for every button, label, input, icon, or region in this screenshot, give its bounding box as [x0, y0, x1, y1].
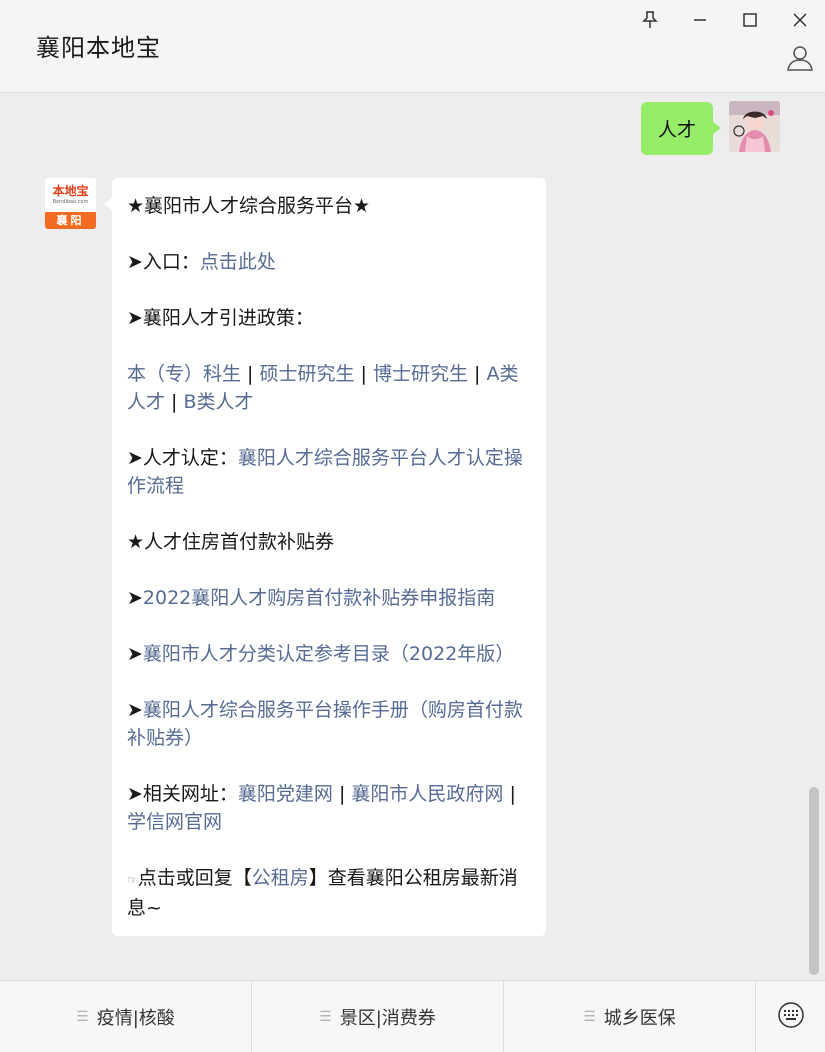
- public-housing-link[interactable]: 公租房: [252, 867, 309, 889]
- user-avatar[interactable]: [729, 101, 780, 152]
- policy-heading: ➤襄阳人才引进政策：: [127, 304, 532, 332]
- party-site-link[interactable]: 襄阳党建网: [238, 783, 333, 805]
- policy-link-master[interactable]: 硕士研究生: [260, 363, 355, 385]
- close-icon: [792, 12, 808, 28]
- menu-item-scenic[interactable]: ☰ 景区|消费券: [252, 981, 504, 1052]
- maximize-icon: [742, 12, 758, 28]
- separator: |: [165, 391, 184, 413]
- policy-heading-text: ➤襄阳人才引进政策：: [127, 307, 314, 329]
- heading-text: ★襄阳市人才综合服务平台★: [127, 195, 371, 217]
- entry-link[interactable]: 点击此处: [200, 251, 276, 273]
- menu-item-label: 疫情|核酸: [96, 1007, 175, 1029]
- keyboard-toggle-button[interactable]: [756, 981, 825, 1052]
- pin-icon: [642, 11, 658, 29]
- policy-link-undergrad[interactable]: 本（专）科生: [127, 363, 241, 385]
- menu-item-label: 城乡医保: [603, 1007, 676, 1029]
- separator: |: [332, 783, 352, 805]
- arrow-glyph: ➤: [127, 699, 143, 721]
- message-heading: ★襄阳市人才综合服务平台★: [127, 192, 532, 220]
- menu-item-label: 景区|消费券: [339, 1007, 436, 1029]
- gov-site-link[interactable]: 襄阳市人民政府网: [351, 783, 503, 805]
- keyboard-icon: [777, 1001, 805, 1033]
- title-bar: 襄阳本地宝: [0, 0, 825, 93]
- housing-guide-link[interactable]: 2022襄阳人才购房首付款补贴券申报指南: [143, 587, 495, 609]
- minimize-button[interactable]: [686, 6, 714, 34]
- arrow-glyph: ➤: [127, 643, 143, 665]
- hamburger-icon: ☰: [583, 1008, 596, 1025]
- arrow-glyph: ➤: [127, 587, 143, 609]
- sites-line: ➤相关网址：襄阳党建网 | 襄阳市人民政府网 | 学信网官网: [127, 780, 532, 836]
- user-message-bubble[interactable]: 人才: [641, 102, 721, 155]
- policy-link-class-b[interactable]: B类人才: [184, 391, 254, 413]
- separator: |: [354, 363, 373, 385]
- minimize-icon: [692, 12, 708, 28]
- policy-links-line: 本（专）科生 | 硕士研究生 | 博士研究生 | A类人才 | B类人才: [127, 360, 532, 416]
- user-message-text: 人才: [657, 119, 696, 141]
- housing-line-1: ➤2022襄阳人才购房首付款补贴券申报指南: [127, 584, 532, 612]
- pin-button[interactable]: [636, 6, 664, 34]
- entry-label: ➤入口：: [127, 251, 200, 273]
- housing-heading: ★人才住房首付款补贴券: [127, 528, 532, 556]
- pointing-hand-icon: ☞: [127, 873, 138, 887]
- separator: |: [241, 363, 260, 385]
- chsi-site-link[interactable]: 学信网官网: [127, 811, 222, 833]
- cert-line: ➤人才认定：襄阳人才综合服务平台人才认定操作流程: [127, 444, 532, 500]
- housing-heading-text: ★人才住房首付款补贴券: [127, 531, 335, 553]
- logo-city: 襄阳: [56, 214, 85, 227]
- talent-catalog-link[interactable]: 襄阳市人才分类认定参考目录（2022年版）: [143, 643, 514, 665]
- logo-title: 本地宝: [52, 184, 89, 198]
- chat-area[interactable]: 人才 本地宝 Bendibao.com 襄阳 ★襄阳市人才综合服务平台★ ➤入口…: [0, 93, 825, 979]
- bot-avatar[interactable]: 本地宝 Bendibao.com 襄阳: [45, 178, 96, 229]
- profile-button[interactable]: [784, 42, 816, 74]
- bottom-menu: ☰ 疫情|核酸 ☰ 景区|消费券 ☰ 城乡医保: [0, 980, 825, 1052]
- logo-url: Bendibao.com: [52, 199, 89, 205]
- housing-line-2: ➤襄阳市人才分类认定参考目录（2022年版）: [127, 640, 532, 668]
- hamburger-icon: ☰: [76, 1008, 89, 1025]
- entry-line: ➤入口：点击此处: [127, 248, 532, 276]
- policy-link-phd[interactable]: 博士研究生: [373, 363, 468, 385]
- menu-item-epidemic[interactable]: ☰ 疫情|核酸: [0, 981, 252, 1052]
- separator: |: [468, 363, 487, 385]
- separator: |: [503, 783, 516, 805]
- window-title: 襄阳本地宝: [36, 34, 161, 62]
- housing-line-3: ➤襄阳人才综合服务平台操作手册（购房首付款补贴券）: [127, 696, 532, 752]
- sites-label: ➤相关网址：: [127, 783, 238, 805]
- cert-label: ➤人才认定：: [127, 447, 238, 469]
- footer-line: ☞点击或回复【公租房】查看襄阳公租房最新消息~: [127, 864, 532, 922]
- menu-item-insurance[interactable]: ☰ 城乡医保: [504, 981, 756, 1052]
- maximize-button[interactable]: [736, 6, 764, 34]
- footer-text-pre: 点击或回复【: [137, 867, 252, 889]
- user-icon: [784, 46, 816, 78]
- hamburger-icon: ☰: [319, 1008, 332, 1025]
- bot-message-bubble: ★襄阳市人才综合服务平台★ ➤入口：点击此处 ➤襄阳人才引进政策： 本（专）科生…: [104, 178, 546, 936]
- close-button[interactable]: [786, 6, 814, 34]
- platform-manual-link[interactable]: 襄阳人才综合服务平台操作手册（购房首付款补贴券）: [127, 699, 523, 749]
- chat-scrollbar[interactable]: [809, 787, 819, 975]
